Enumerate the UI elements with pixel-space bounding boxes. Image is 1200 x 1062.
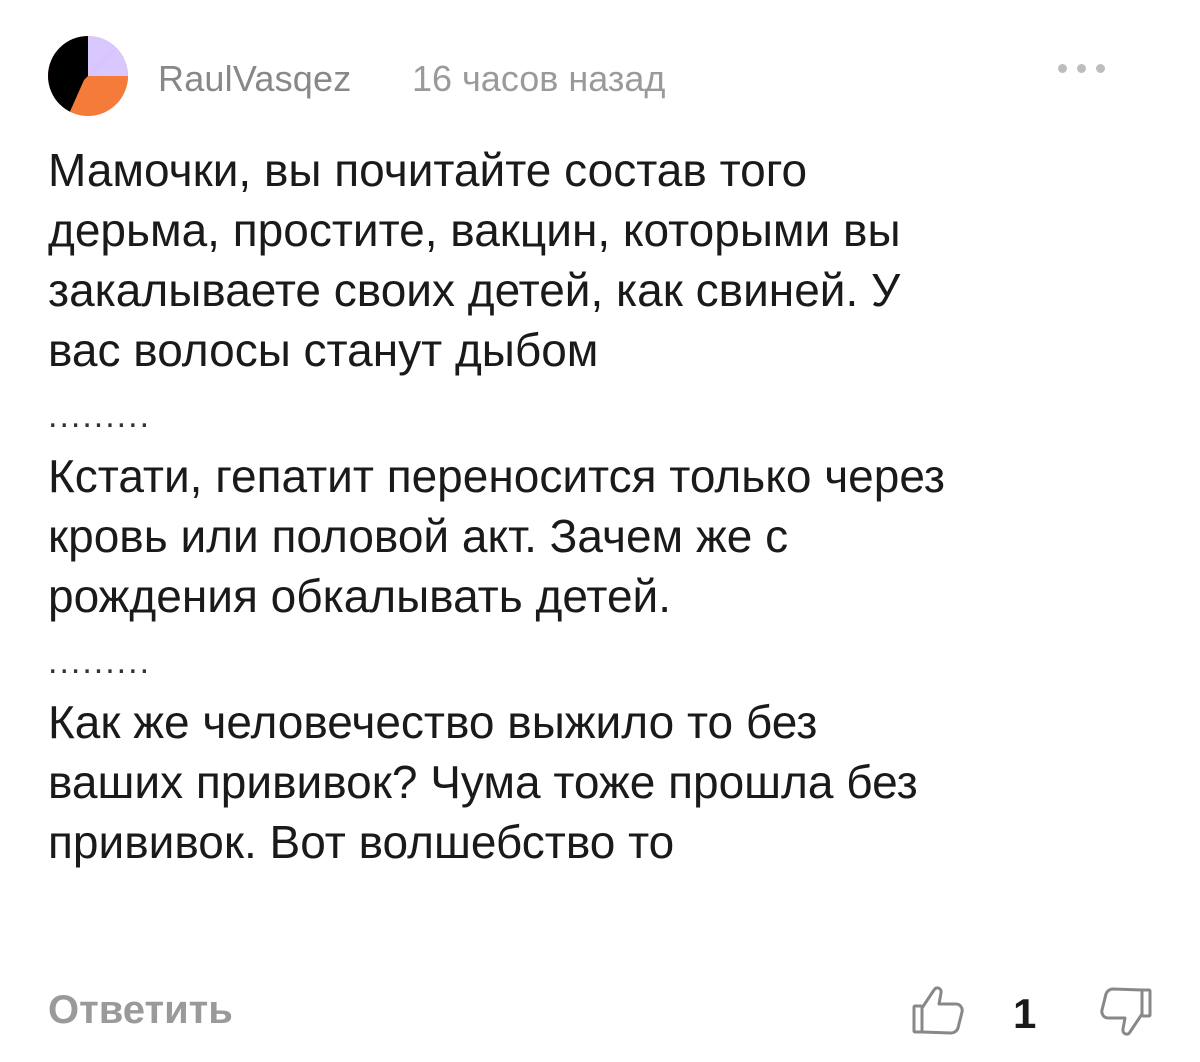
- more-options-button[interactable]: [1058, 60, 1128, 90]
- author-name[interactable]: RaulVasqez: [158, 58, 351, 100]
- separator-dots: .........: [48, 643, 152, 681]
- comment-paragraph: Как же человечество выжило то без ваших …: [48, 696, 918, 868]
- comment-footer: Ответить 1: [48, 980, 1158, 1050]
- like-count: 1: [1013, 990, 1037, 1037]
- comment-paragraph: Мамочки, вы почитайте состав того дерьма…: [48, 144, 901, 376]
- comment-header: RaulVasqez 16 часов назад: [48, 36, 1158, 120]
- thumbs-down-icon[interactable]: [1096, 984, 1156, 1044]
- ellipsis-icon: [1077, 64, 1086, 73]
- comment-card: RaulVasqez 16 часов назад Мамочки, вы по…: [0, 0, 1200, 1062]
- ellipsis-icon: [1096, 64, 1105, 73]
- ellipsis-icon: [1058, 64, 1067, 73]
- thumbs-up-icon[interactable]: [908, 980, 968, 1040]
- avatar[interactable]: [48, 36, 128, 116]
- comment-body: Мамочки, вы почитайте состав того дерьма…: [48, 140, 1168, 872]
- separator-dots: .........: [48, 397, 152, 435]
- comment-timestamp: 16 часов назад: [412, 58, 666, 99]
- comment-paragraph: Кстати, гепатит переносится только через…: [48, 450, 945, 622]
- reply-button[interactable]: Ответить: [48, 988, 233, 1033]
